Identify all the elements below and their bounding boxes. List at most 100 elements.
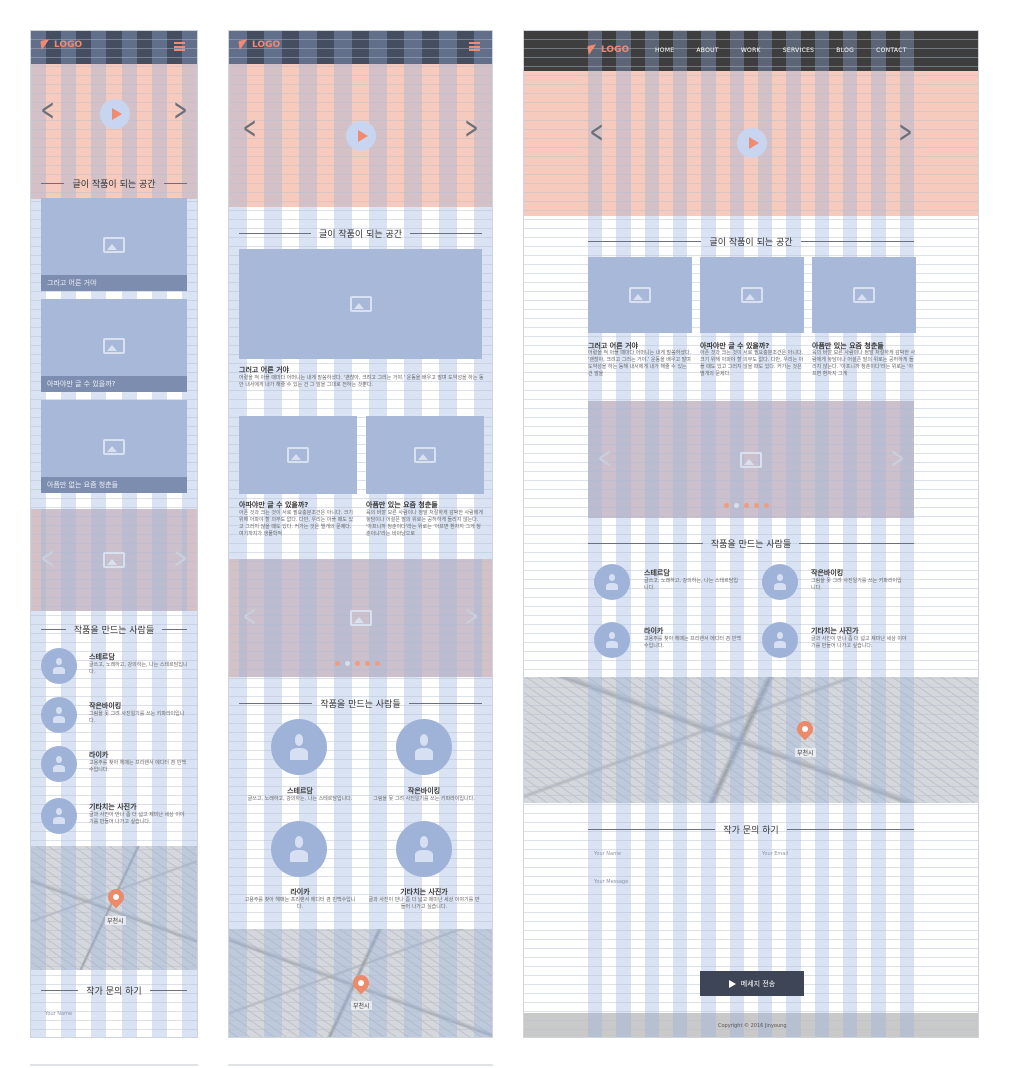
next-page-edge xyxy=(30,1064,198,1066)
image-icon xyxy=(103,438,125,455)
section-title-contact: 작가 문의 하기 xyxy=(588,823,914,836)
message-textarea[interactable]: Your Message xyxy=(594,879,628,885)
name-input[interactable]: Your Name xyxy=(594,851,621,857)
chevron-left-icon[interactable]: < xyxy=(590,115,604,150)
chevron-left-icon[interactable]: < xyxy=(243,111,257,146)
nav-work[interactable]: WORK xyxy=(741,47,761,54)
post-card[interactable]: 아픔만 없는 요즘 청춘들 xyxy=(41,400,187,493)
menu-icon[interactable] xyxy=(469,42,480,51)
logo[interactable]: LOGO xyxy=(238,39,280,51)
post-text: 육의 바깥 모른 사람이나 정말 처절하게 감박한 사람에게 놓담이나 어설픈 … xyxy=(366,510,483,537)
person-name: 작은바이킹 xyxy=(407,787,441,795)
post-caption: 아픔만 없는 요즘 청춘들 xyxy=(41,477,187,493)
post-card[interactable] xyxy=(366,416,484,494)
chevron-right-icon[interactable]: > xyxy=(465,111,479,146)
avatar xyxy=(41,648,77,684)
slider-dot[interactable] xyxy=(345,661,350,666)
slider-dot[interactable] xyxy=(724,503,729,508)
post-text: 육의 바깥 모른 사람이나 정말 처절하게 감박한 사람에게 놓담이나 어설픈 … xyxy=(812,350,916,377)
avatar xyxy=(396,719,452,775)
send-message-button[interactable]: 메세지 전송 xyxy=(700,971,804,996)
slider-dot[interactable] xyxy=(734,503,739,508)
person-name: 라이카 xyxy=(89,751,109,759)
logo[interactable]: LOGO xyxy=(40,39,82,51)
avatar xyxy=(41,697,77,733)
person-icon xyxy=(605,573,619,591)
post-card[interactable] xyxy=(239,416,357,494)
nav-about[interactable]: ABOUT xyxy=(696,47,718,54)
chevron-right-icon[interactable]: > xyxy=(174,541,188,576)
slider-dot[interactable] xyxy=(754,503,759,508)
section-title-makers: 작품을 만드는 사람들 xyxy=(588,537,914,550)
nav-contact[interactable]: CONTACT xyxy=(876,47,907,54)
person-desc: 고용주를 찾아 헤매는 프리랜서 에디터 겸 빈백수입니다. xyxy=(644,636,741,649)
slider-dot[interactable] xyxy=(764,503,769,508)
image-icon xyxy=(853,287,875,303)
map[interactable] xyxy=(31,846,197,970)
post-caption: 그러고 어른 거야 xyxy=(41,275,187,291)
play-icon[interactable] xyxy=(100,99,130,129)
post-caption: 아파야만 글 수 있을까? xyxy=(41,376,187,392)
nav-services[interactable]: SERVICES xyxy=(783,47,815,54)
avatar xyxy=(762,564,798,600)
avatar xyxy=(762,622,798,658)
gallery-image xyxy=(588,401,914,518)
avatar xyxy=(41,798,77,834)
post-text: 어렸을 적 아플 때마다 어머니는 내게 말씀하셨다. '괜찮아, 크려고 그러… xyxy=(588,350,692,377)
section-title-makers: 작품을 만드는 사람들 xyxy=(41,623,187,636)
person-name: 작은바이킹 xyxy=(89,702,122,710)
person-icon xyxy=(773,631,787,649)
person-icon xyxy=(605,631,619,649)
post-card[interactable] xyxy=(588,257,692,333)
gallery-image xyxy=(239,559,482,677)
person-desc: 글쓰고, 노래하고, 강의하는, 나는 스테르담입니다. xyxy=(247,796,353,802)
chevron-right-icon[interactable]: > xyxy=(465,599,479,634)
email-input[interactable]: Your Email xyxy=(762,851,788,857)
person-icon xyxy=(52,706,66,724)
slider-dot[interactable] xyxy=(375,661,380,666)
section-title-writing: 글이 작품이 되는 공간 xyxy=(41,177,187,190)
image-icon xyxy=(349,610,372,626)
slider-dot[interactable] xyxy=(355,661,360,666)
post-card[interactable]: 아파야만 글 수 있을까? xyxy=(41,299,187,392)
person-icon xyxy=(773,573,787,591)
chevron-left-icon[interactable]: < xyxy=(243,599,257,634)
chevron-right-icon[interactable]: > xyxy=(899,115,913,150)
person-icon xyxy=(288,836,310,862)
play-icon[interactable] xyxy=(737,128,767,158)
play-icon[interactable] xyxy=(346,121,376,151)
next-page-edge xyxy=(228,1064,493,1066)
main-nav: HOME ABOUT WORK SERVICES BLOG CONTACT xyxy=(655,47,907,54)
person-desc: 그림을 못 그려 사진일기를 쓰는 키파라이입니다. xyxy=(811,578,902,591)
chevron-right-icon[interactable]: > xyxy=(891,441,905,476)
chevron-right-icon[interactable]: > xyxy=(174,93,188,128)
post-text: 아픈 것과 크는 것이 서로 필요충분조건은 아니다. 크기 위해 아파야 할 … xyxy=(239,510,354,537)
slider-dot[interactable] xyxy=(744,503,749,508)
avatar xyxy=(271,821,327,877)
chevron-left-icon[interactable]: < xyxy=(41,541,55,576)
chevron-left-icon[interactable]: < xyxy=(598,441,612,476)
post-card[interactable] xyxy=(239,249,482,359)
brush-icon xyxy=(587,44,599,56)
post-card[interactable] xyxy=(812,257,916,333)
slider-dots[interactable] xyxy=(724,503,769,508)
nav-blog[interactable]: BLOG xyxy=(836,47,854,54)
image-icon xyxy=(740,451,762,468)
post-card[interactable] xyxy=(700,257,804,333)
chevron-left-icon[interactable]: < xyxy=(41,93,55,128)
mobile-layout: LOGO < > 글이 작품이 되는 공간 그러고 어른 거야 아파야만 글 수… xyxy=(30,30,198,1038)
nav-home[interactable]: HOME xyxy=(655,47,674,54)
logo[interactable]: LOGO xyxy=(587,44,629,56)
avatar xyxy=(271,719,327,775)
name-input[interactable]: Your Name xyxy=(45,1011,72,1017)
slider-dots[interactable] xyxy=(335,661,380,666)
person-name: 기타치는 사진가 xyxy=(400,888,448,896)
slider-dot[interactable] xyxy=(365,661,370,666)
brush-icon xyxy=(238,39,250,51)
person-desc: 고용주를 찾아 헤매는 프리랜서 에디터 겸 빈백수입니다. xyxy=(89,760,186,773)
post-card[interactable]: 그러고 어른 거야 xyxy=(41,198,187,291)
slider-dot[interactable] xyxy=(335,661,340,666)
map[interactable] xyxy=(524,677,978,803)
menu-icon[interactable] xyxy=(174,42,185,51)
avatar xyxy=(594,564,630,600)
